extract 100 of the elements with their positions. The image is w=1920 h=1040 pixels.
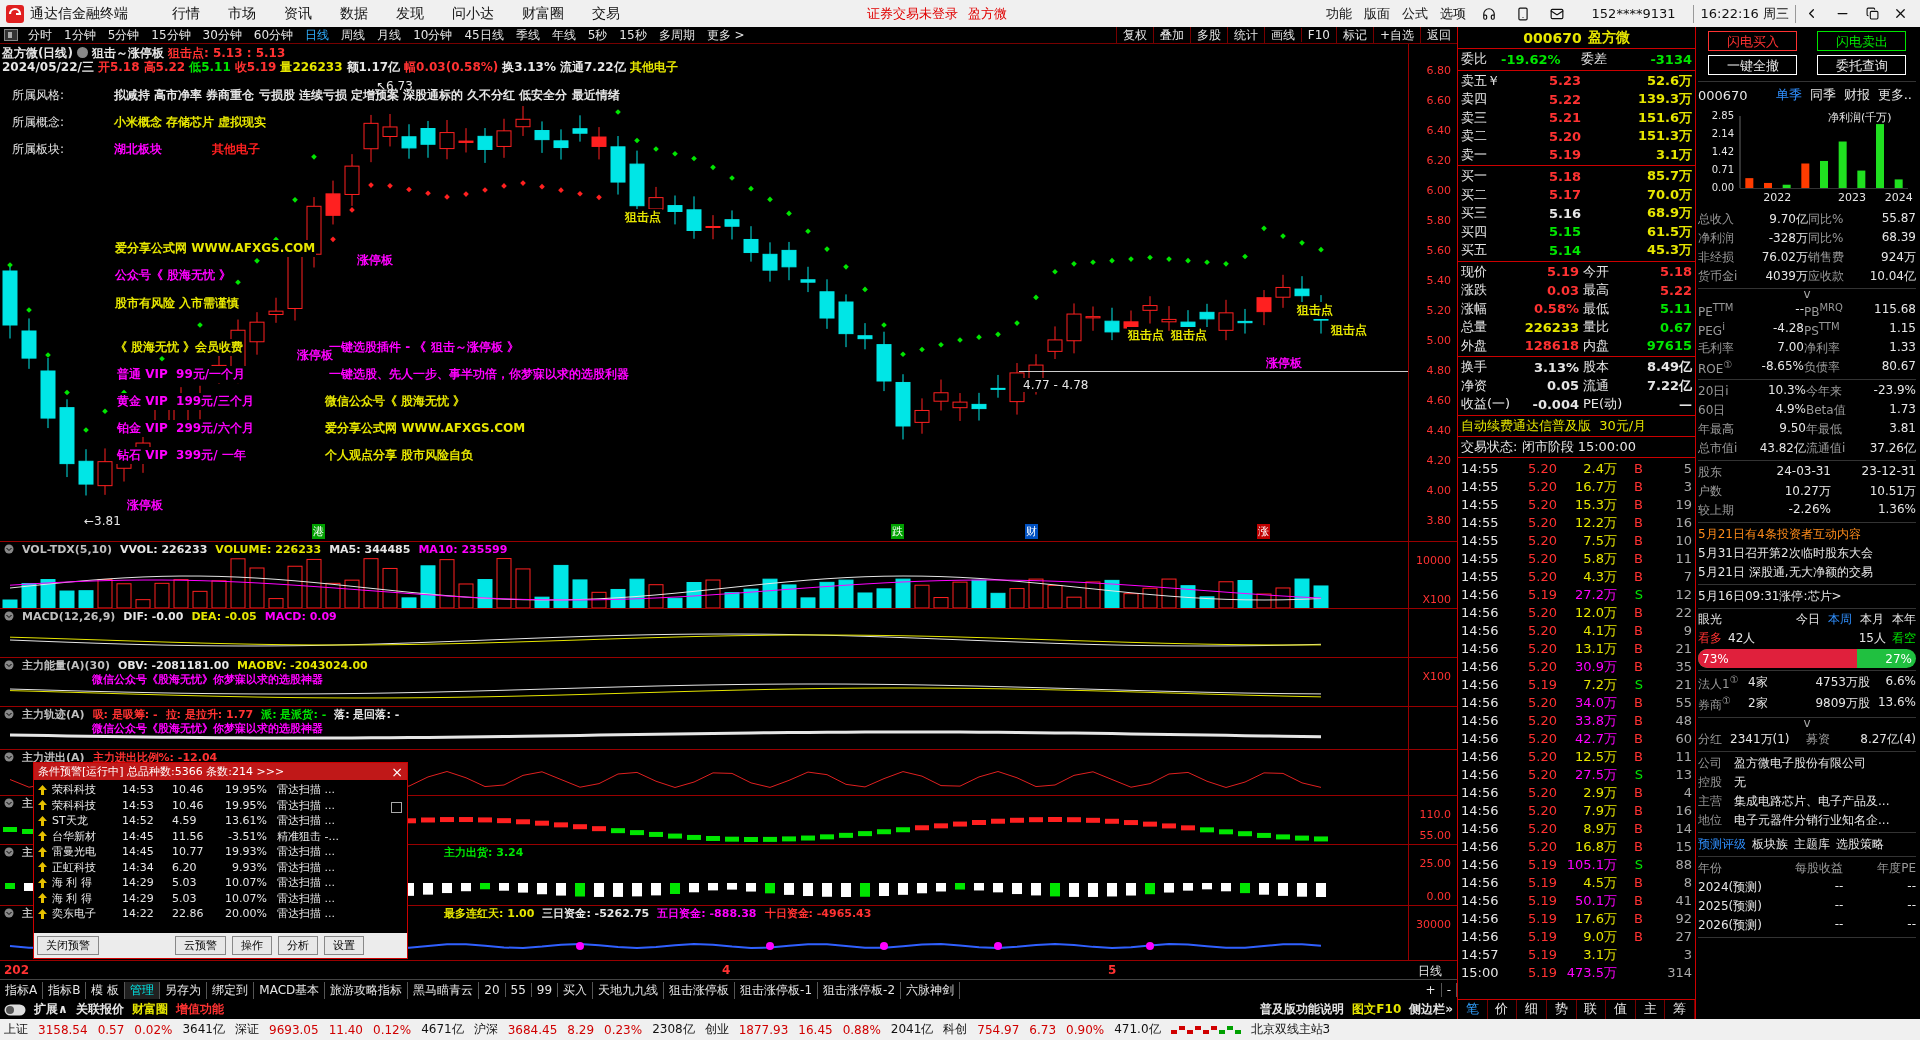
alert-button[interactable]: 分析 <box>278 936 318 955</box>
news-link[interactable]: 5月16日09:31涨停:芯片> <box>1698 588 1916 605</box>
menu-item[interactable]: 资讯 <box>270 4 326 23</box>
period-tab[interactable]: 季线 <box>509 26 546 44</box>
collapse-icon[interactable] <box>4 611 14 621</box>
menu-item[interactable]: 财富圈 <box>508 4 578 23</box>
zoom-button[interactable]: + <box>1420 983 1442 997</box>
alert-button[interactable]: 关闭预警 <box>37 936 99 955</box>
formula-tab[interactable]: 55 <box>505 983 532 997</box>
collapse-icon[interactable] <box>4 752 14 762</box>
formula-tab[interactable]: 指标B <box>43 981 87 999</box>
news-link[interactable]: 5月31日召开第2次临时股东大会 <box>1698 545 1916 562</box>
trade-button[interactable]: 一键全撤 <box>1708 55 1797 75</box>
period-tab[interactable]: 分时 <box>22 26 58 44</box>
alert-button[interactable]: 云预警 <box>175 936 226 955</box>
period-tab[interactable]: 日线 <box>299 26 336 44</box>
period-tab[interactable]: 30分钟 <box>196 26 248 44</box>
close-icon[interactable] <box>1893 6 1908 21</box>
alert-button[interactable]: 操作 <box>232 936 272 955</box>
mail-icon[interactable] <box>1549 6 1564 21</box>
footer-link[interactable]: 关联报价 <box>75 1001 124 1018</box>
formula-tab[interactable]: 99 <box>531 983 559 997</box>
formula-tab[interactable]: 旅游攻略指标 <box>325 981 409 999</box>
formula-tab[interactable]: 指标A <box>0 981 44 999</box>
chart-tool-button[interactable]: 画线 <box>1263 26 1301 44</box>
chart-tool-button[interactable]: 叠加 <box>1152 26 1190 44</box>
phone-icon[interactable] <box>1515 6 1530 21</box>
collapse-icon[interactable] <box>4 847 14 857</box>
restore-icon[interactable] <box>1866 7 1879 20</box>
period-tab[interactable]: 60分钟 <box>247 26 300 44</box>
period-tab[interactable]: 本周 <box>1828 611 1852 628</box>
collapse-icon[interactable] <box>4 709 14 719</box>
menu-item[interactable]: 问小达 <box>438 4 508 23</box>
chart-tool-button[interactable]: 标记 <box>1335 26 1373 44</box>
alert-button[interactable]: 设置 <box>324 936 364 955</box>
footer-link[interactable]: 增值功能 <box>175 1001 224 1018</box>
menu-item[interactable]: 公式 <box>1395 4 1434 23</box>
checkbox[interactable] <box>391 802 402 813</box>
collapse-icon[interactable] <box>4 544 14 554</box>
collapse-icon[interactable] <box>4 660 14 670</box>
ad-text[interactable]: 自动续费通达信普及版 30元/月 <box>1458 417 1650 433</box>
chart-tool-button[interactable]: +自选 <box>1372 26 1420 44</box>
formula-tab[interactable]: 20 <box>479 983 506 997</box>
period-tab[interactable]: 年线 <box>545 26 582 44</box>
footer-link[interactable]: 侧边栏» <box>1409 1001 1453 1018</box>
menu-item[interactable]: 交易 <box>578 4 634 23</box>
chart-tool-button[interactable]: 统计 <box>1226 26 1264 44</box>
period-tab[interactable]: 多周期 <box>652 26 701 44</box>
menu-item[interactable]: 版面 <box>1357 4 1396 23</box>
headset-icon[interactable] <box>1481 6 1496 21</box>
period-tab[interactable]: 15秒 <box>613 26 653 44</box>
footer-link[interactable]: 扩展∧ <box>34 1001 68 1018</box>
period-tab[interactable]: 月线 <box>371 26 408 44</box>
formula-tab[interactable]: 绑定到 <box>207 981 255 999</box>
chart-tool-button[interactable]: 多股 <box>1189 26 1227 44</box>
collapse-icon[interactable] <box>4 798 14 808</box>
footer-link[interactable]: 财富圈 <box>131 1001 168 1018</box>
expand-icon[interactable]: v <box>1803 718 1811 728</box>
toggle-icon[interactable] <box>4 29 18 41</box>
period-tab[interactable]: 5秒 <box>581 26 614 44</box>
period-tab[interactable]: 周线 <box>335 26 372 44</box>
formula-tab[interactable]: 另存为 <box>160 981 208 999</box>
menu-item[interactable]: 市场 <box>214 4 270 23</box>
period-tab[interactable]: 15分钟 <box>145 26 197 44</box>
menu-item[interactable]: 行情 <box>158 4 214 23</box>
formula-tab[interactable]: 天地九九线 <box>593 981 665 999</box>
footer-link[interactable]: 图文F10 <box>1352 1001 1402 1018</box>
trade-button[interactable]: 闪电买入 <box>1708 31 1797 51</box>
report-tab[interactable]: 更多.. <box>1877 86 1912 104</box>
formula-tab[interactable]: 管理 <box>125 981 161 999</box>
footer-link[interactable]: 普及版功能说明 <box>1260 1001 1345 1018</box>
toggle-icon[interactable] <box>4 1003 26 1016</box>
period-tab[interactable]: 5分钟 <box>101 26 146 44</box>
f10-link[interactable]: 主题库 <box>1794 836 1830 853</box>
chart-tool-button[interactable]: 复权 <box>1115 26 1153 44</box>
formula-tab[interactable]: 买入 <box>558 981 594 999</box>
period-tab[interactable]: 45日线 <box>458 26 510 44</box>
period-tab[interactable]: 更多 > <box>700 26 751 44</box>
formula-tab[interactable]: MACD基本 <box>254 981 326 999</box>
zoom-button[interactable]: - <box>1441 983 1457 997</box>
report-tab[interactable]: 同季 <box>1809 86 1836 104</box>
close-button[interactable]: × <box>391 763 403 780</box>
report-tab[interactable]: 单季 <box>1775 86 1802 104</box>
period-tab[interactable]: 本年 <box>1892 611 1916 628</box>
period-tab[interactable]: 1分钟 <box>58 26 102 44</box>
chart-tool-button[interactable]: F10 <box>1300 28 1336 42</box>
formula-tab[interactable]: 六脉神剑 <box>901 981 961 999</box>
f10-link[interactable]: 选股策略 <box>1836 836 1884 853</box>
news-link[interactable]: 5月21日有4条投资者互动内容 <box>1698 526 1916 543</box>
period-tab[interactable]: 10分钟 <box>407 26 459 44</box>
trade-button[interactable]: 闪电卖出 <box>1817 31 1906 51</box>
trade-button[interactable]: 委托查询 <box>1817 55 1906 75</box>
period-tab[interactable]: 今日 <box>1796 611 1820 628</box>
formula-tab[interactable]: 狙击涨停板 <box>664 981 736 999</box>
menu-item[interactable]: 选项 <box>1433 4 1472 23</box>
menu-item[interactable]: 功能 <box>1319 4 1358 23</box>
f10-link[interactable]: 预测评级 <box>1698 836 1746 853</box>
formula-tab[interactable]: 狙击涨停板-1 <box>735 981 819 999</box>
formula-tab[interactable]: 狙击涨停板-2 <box>818 981 902 999</box>
chart-tool-button[interactable]: 返回 <box>1420 26 1457 44</box>
